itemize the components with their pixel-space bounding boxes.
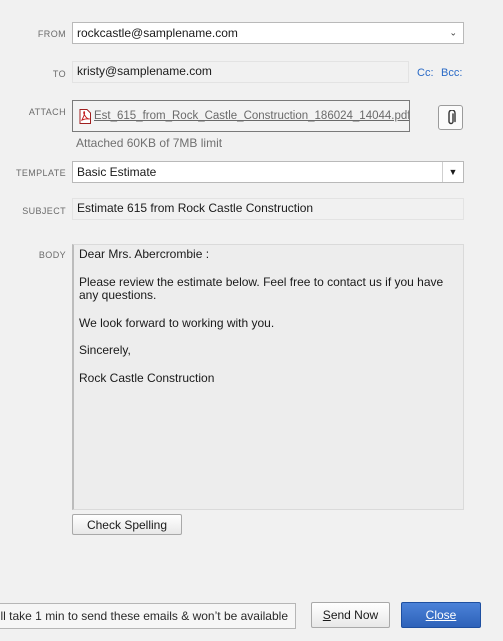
- template-value: Basic Estimate: [77, 165, 157, 179]
- subject-field[interactable]: Estimate 615 from Rock Castle Constructi…: [72, 198, 464, 220]
- to-label: TO: [52, 69, 66, 79]
- body-label: BODY: [38, 250, 66, 260]
- body-closing: Sincerely,: [79, 343, 131, 357]
- body-line-2: We look forward to working with you.: [79, 315, 275, 330]
- chevron-down-icon: ⌄: [449, 27, 457, 38]
- cc-link[interactable]: Cc:: [417, 67, 434, 79]
- send-now-mnemonic: S: [322, 608, 331, 622]
- send-now-button[interactable]: Send Now: [311, 602, 390, 628]
- to-field[interactable]: kristy@samplename.com: [72, 61, 409, 83]
- body-greeting: Dear Mrs. Abercrombie :: [79, 247, 210, 261]
- attachment-file-link[interactable]: Est_615_from_Rock_Castle_Construction_18…: [94, 110, 409, 122]
- close-label: lose: [434, 608, 457, 622]
- send-now-label: end Now: [330, 608, 379, 622]
- template-label: TEMPLATE: [15, 168, 66, 178]
- from-value: rockcastle@samplename.com: [77, 26, 238, 40]
- bcc-link[interactable]: Bcc:: [441, 67, 462, 79]
- template-select[interactable]: Basic Estimate ▼: [72, 161, 464, 183]
- subject-label: SUBJECT: [22, 206, 66, 216]
- from-label: FROM: [37, 29, 66, 39]
- body-textarea[interactable]: Dear Mrs. Abercrombie : Please review th…: [72, 244, 464, 510]
- attach-label: ATTACH: [28, 107, 66, 117]
- close-button[interactable]: Close: [401, 602, 481, 628]
- attach-file-button[interactable]: [438, 105, 463, 130]
- close-mnemonic: C: [425, 608, 435, 622]
- attachment-size-limit: Attached 60KB of 7MB limit: [76, 136, 223, 150]
- attachment-box: Est_615_from_Rock_Castle_Construction_18…: [72, 100, 410, 132]
- body-signature: Rock Castle Construction: [79, 370, 215, 385]
- body-line-1: Please review the estimate below. Feel f…: [79, 274, 444, 302]
- send-time-notice: ll take 1 min to send these emails & won…: [0, 603, 296, 629]
- to-value: kristy@samplename.com: [77, 64, 212, 78]
- pdf-file-icon: [79, 108, 91, 124]
- subject-value: Estimate 615 from Rock Castle Constructi…: [77, 201, 314, 215]
- dropdown-arrow-icon: ▼: [442, 162, 463, 182]
- from-select[interactable]: rockcastle@samplename.com ⌄: [72, 22, 464, 44]
- check-spelling-button[interactable]: Check Spelling: [72, 514, 182, 535]
- paperclip-icon: [447, 109, 456, 124]
